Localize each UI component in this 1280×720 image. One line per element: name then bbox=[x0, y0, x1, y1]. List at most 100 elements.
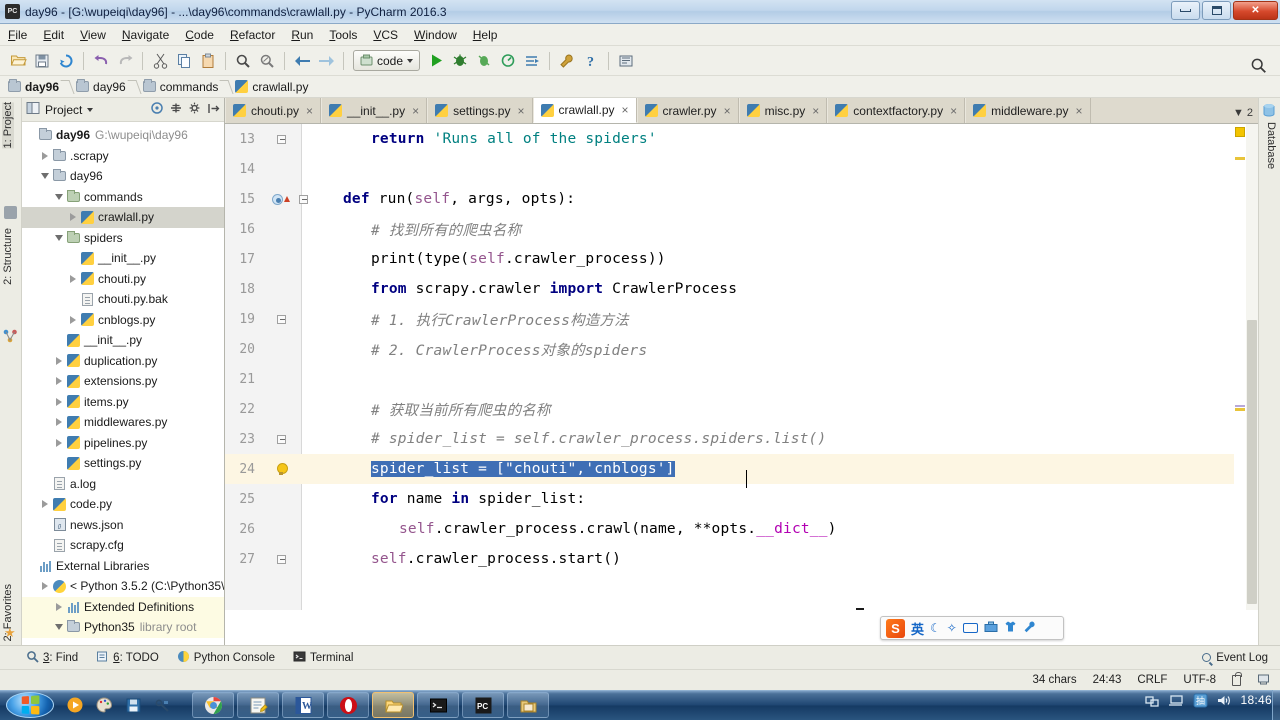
network-share-icon[interactable] bbox=[1144, 692, 1160, 708]
code-text[interactable]: for name in spider_list: bbox=[301, 491, 585, 507]
breadcrumb-item-crawlall-py[interactable]: crawlall.py bbox=[235, 80, 312, 94]
code-line[interactable]: 15 def run(self, args, opts): bbox=[225, 184, 1258, 214]
status-encoding[interactable]: UTF-8 bbox=[1183, 674, 1216, 686]
update-icon[interactable] bbox=[614, 49, 638, 73]
run-configuration-selector[interactable]: code bbox=[353, 50, 421, 71]
show-desktop-button[interactable] bbox=[1272, 690, 1280, 720]
sidebar-item-database[interactable]: Database bbox=[1265, 122, 1277, 169]
code-line[interactable]: 22 # 获取当前所有爬虫的名称 bbox=[225, 394, 1258, 424]
opera-taskbar-icon[interactable] bbox=[327, 692, 369, 718]
ime-floating-toolbar[interactable]: S 英 ☾ ✧ bbox=[880, 616, 1064, 640]
tree-node[interactable]: scrapy.cfg bbox=[22, 535, 224, 556]
save-icon[interactable] bbox=[120, 692, 146, 718]
tree-node[interactable]: pipelines.py bbox=[22, 433, 224, 454]
editor-tab---init---py[interactable]: __init__.py × bbox=[321, 98, 428, 123]
minimize-button[interactable] bbox=[1171, 1, 1200, 20]
tree-node[interactable]: .scrapy bbox=[22, 146, 224, 167]
paint-icon[interactable] bbox=[91, 692, 117, 718]
menu-item-tools[interactable]: Tools bbox=[321, 26, 365, 44]
warning-marker[interactable] bbox=[1235, 408, 1245, 411]
close-icon[interactable]: × bbox=[306, 104, 313, 118]
code-text[interactable]: # 找到所有的爬虫名称 bbox=[301, 219, 521, 240]
menu-item-code[interactable]: Code bbox=[177, 26, 222, 44]
paste-icon[interactable] bbox=[196, 49, 220, 73]
tree-node[interactable]: chouti.py bbox=[22, 269, 224, 290]
tree-node[interactable]: Extended Definitions bbox=[22, 596, 224, 617]
code-text[interactable]: from scrapy.crawler import CrawlerProces… bbox=[301, 281, 737, 297]
code-text[interactable]: self.crawler_process.crawl(name, **opts.… bbox=[301, 521, 837, 537]
menu-item-help[interactable]: Help bbox=[465, 26, 506, 44]
inspection-status-icon[interactable] bbox=[1235, 127, 1245, 137]
search-everywhere-icon[interactable] bbox=[1246, 53, 1270, 77]
editor-tab-contextfactory-py[interactable]: contextfactory.py × bbox=[827, 98, 966, 123]
editor-tab-crawlall-py[interactable]: crawlall.py × bbox=[532, 98, 637, 123]
help-icon[interactable]: ? bbox=[579, 49, 603, 73]
editor-tab-chouti-py[interactable]: chouti.py × bbox=[225, 98, 322, 123]
change-marker[interactable] bbox=[1235, 405, 1245, 407]
tree-node[interactable]: {} news.json bbox=[22, 515, 224, 536]
code-line[interactable]: 13 return 'Runs all of the spiders' bbox=[225, 124, 1258, 154]
menu-item-file[interactable]: File bbox=[0, 26, 35, 44]
tree-node[interactable]: extensions.py bbox=[22, 371, 224, 392]
chevron-down-icon[interactable]: ▼ bbox=[1233, 107, 1244, 119]
code-line[interactable]: 25 for name in spider_list: bbox=[225, 484, 1258, 514]
ime-mode-label[interactable]: 英 bbox=[911, 619, 924, 638]
tree-node[interactable]: cnblogs.py bbox=[22, 310, 224, 331]
tree-node[interactable]: day96 G:\wupeiqi\day96 bbox=[22, 125, 224, 146]
close-icon[interactable]: × bbox=[622, 103, 629, 117]
menu-item-vcs[interactable]: VCS bbox=[365, 26, 406, 44]
tool-window-python-console[interactable]: Python Console bbox=[177, 650, 275, 666]
run-gutter-icon[interactable] bbox=[272, 193, 283, 205]
menu-item-window[interactable]: Window bbox=[406, 26, 465, 44]
ime-tray-icon[interactable]: 抽 bbox=[1192, 692, 1208, 708]
editor-tab-settings-py[interactable]: settings.py × bbox=[427, 98, 533, 123]
cmd-taskbar-icon[interactable] bbox=[417, 692, 459, 718]
sidebar-item-project[interactable]: 1: Project bbox=[2, 102, 14, 149]
fold-handle-icon[interactable] bbox=[299, 194, 308, 204]
chevron-right-icon[interactable] bbox=[66, 315, 80, 324]
chevron-down-icon[interactable] bbox=[52, 624, 66, 631]
menu-item-run[interactable]: Run bbox=[283, 26, 321, 44]
explorer-taskbar-icon[interactable] bbox=[372, 692, 414, 718]
chevron-right-icon[interactable] bbox=[52, 356, 66, 365]
editor-taskbar-icon[interactable] bbox=[237, 692, 279, 718]
tree-node[interactable]: settings.py bbox=[22, 453, 224, 474]
chevron-right-icon[interactable] bbox=[52, 602, 66, 611]
close-icon[interactable]: × bbox=[724, 104, 731, 118]
menu-item-refactor[interactable]: Refactor bbox=[222, 26, 283, 44]
close-icon[interactable]: × bbox=[412, 104, 419, 118]
tree-node[interactable]: __init__.py bbox=[22, 330, 224, 351]
code-text[interactable]: def run(self, args, opts): bbox=[301, 191, 575, 207]
code-line[interactable]: 18 from scrapy.crawler import CrawlerProc… bbox=[225, 274, 1258, 304]
editor-marker-column[interactable] bbox=[1234, 124, 1246, 610]
copy-icon[interactable] bbox=[172, 49, 196, 73]
tree-node[interactable]: External Libraries bbox=[22, 556, 224, 577]
chevron-right-icon[interactable] bbox=[66, 274, 80, 283]
navigate-back-icon[interactable] bbox=[290, 49, 314, 73]
chrome-taskbar-icon[interactable] bbox=[192, 692, 234, 718]
code-line[interactable]: 27 self.crawler_process.start() bbox=[225, 544, 1258, 574]
tree-node[interactable]: day96 bbox=[22, 166, 224, 187]
skin-icon[interactable] bbox=[1004, 620, 1017, 636]
chevron-right-icon[interactable] bbox=[38, 500, 52, 509]
replace-icon[interactable] bbox=[255, 49, 279, 73]
code-line[interactable]: 14 bbox=[225, 154, 1258, 184]
chevron-down-icon[interactable] bbox=[52, 193, 66, 200]
close-button[interactable]: ✕ bbox=[1233, 1, 1278, 20]
folder-taskbar-icon[interactable] bbox=[507, 692, 549, 718]
editor-vertical-scrollbar[interactable] bbox=[1246, 124, 1258, 610]
tree-node[interactable]: crawlall.py bbox=[22, 207, 224, 228]
code-text[interactable]: print(type(self.crawler_process)) bbox=[301, 251, 666, 267]
code-line[interactable]: 23 # spider_list = self.crawler_process.s… bbox=[225, 424, 1258, 454]
project-view-icon[interactable] bbox=[26, 101, 40, 118]
chevron-right-icon[interactable] bbox=[66, 213, 80, 222]
breadcrumb-item-day96[interactable]: day96 bbox=[76, 79, 130, 94]
status-caret-position[interactable]: 24:43 bbox=[1093, 674, 1122, 686]
editor-tab-middleware-py[interactable]: middleware.py × bbox=[965, 98, 1091, 123]
breadcrumb-item-commands[interactable]: commands bbox=[142, 79, 223, 94]
gutter-marker[interactable] bbox=[261, 434, 301, 444]
code-text[interactable]: # 获取当前所有爬虫的名称 bbox=[301, 399, 551, 420]
debug-icon[interactable] bbox=[448, 49, 472, 73]
close-icon[interactable]: × bbox=[1075, 104, 1082, 118]
menu-item-navigate[interactable]: Navigate bbox=[114, 26, 177, 44]
